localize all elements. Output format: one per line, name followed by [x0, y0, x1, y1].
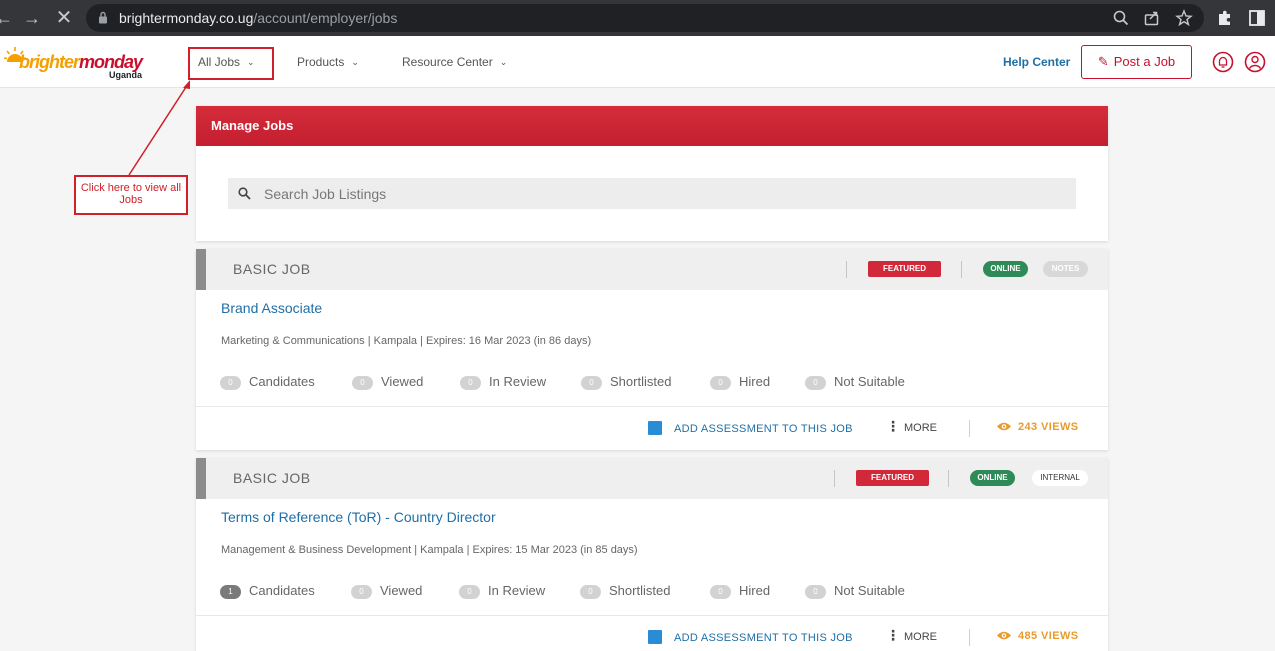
job-card-header: BASIC JOB FEATURED ONLINE INTERNAL	[196, 458, 1108, 499]
post-job-button[interactable]: ✎ Post a Job	[1081, 45, 1192, 79]
help-center-link[interactable]: Help Center	[1003, 36, 1070, 88]
stat-in-review[interactable]: 0 In Review	[459, 582, 545, 600]
stat-not-suitable[interactable]: 0 Not Suitable	[805, 582, 905, 600]
browser-toolbar: ← → ✕ brightermonday.co.ug/account/emplo…	[0, 0, 1275, 36]
stat-shortlisted[interactable]: 0 Shortlisted	[580, 582, 670, 600]
forward-arrow-icon[interactable]: →	[20, 0, 44, 36]
kebab-menu-icon: ⋮	[886, 627, 900, 643]
notes-badge[interactable]: NOTES	[1043, 261, 1088, 277]
divider	[969, 420, 970, 437]
side-panel-icon[interactable]	[1247, 8, 1267, 28]
manage-jobs-panel: Manage Jobs	[196, 106, 1108, 241]
divider	[961, 261, 962, 278]
chevron-down-icon: ⌄	[499, 57, 508, 67]
online-status-badge[interactable]: ONLINE	[970, 470, 1015, 486]
job-card: BASIC JOB FEATURED ONLINE INTERNAL Terms…	[196, 458, 1108, 651]
bar-chart-icon	[648, 421, 662, 435]
annotation-note: Click here to view all Jobs	[74, 175, 188, 215]
search-icon	[238, 187, 251, 200]
job-card: BASIC JOB FEATURED ONLINE NOTES Brand As…	[196, 249, 1108, 450]
annotation-highlight-box	[188, 47, 274, 80]
eye-icon	[997, 422, 1011, 431]
stat-not-suitable[interactable]: 0 Not Suitable	[805, 373, 905, 391]
views-count: 485 VIEWS	[996, 630, 1078, 642]
stat-shortlisted[interactable]: 0 Shortlisted	[581, 373, 671, 391]
job-actions-bar: ADD ASSESSMENT TO THIS JOB ⋮ MORE 485 VIE…	[196, 615, 1108, 651]
lock-icon	[99, 11, 107, 24]
eye-icon	[997, 631, 1011, 640]
internal-badge[interactable]: INTERNAL	[1032, 470, 1088, 486]
add-assessment-button[interactable]: ADD ASSESSMENT TO THIS JOB	[648, 630, 853, 644]
job-meta: Marketing & Communications | Kampala | E…	[221, 335, 592, 347]
zoom-search-icon[interactable]	[1112, 9, 1130, 27]
job-title-link[interactable]: Terms of Reference (ToR) - Country Direc…	[221, 509, 496, 525]
logo-country: Uganda	[109, 70, 143, 80]
divider	[969, 629, 970, 646]
more-options-button[interactable]: ⋮ MORE	[886, 418, 937, 434]
job-search-bar	[228, 178, 1076, 209]
featured-badge: FEATURED	[868, 261, 941, 277]
star-icon[interactable]	[1175, 9, 1193, 27]
close-icon[interactable]: ✕	[52, 0, 76, 36]
stat-viewed[interactable]: 0 Viewed	[352, 373, 423, 391]
nav-resource-center[interactable]: Resource Center ⌄	[402, 36, 507, 88]
chevron-down-icon: ⌄	[351, 57, 359, 67]
job-title-link[interactable]: Brand Associate	[221, 300, 322, 316]
stat-hired[interactable]: 0 Hired	[710, 373, 770, 391]
address-bar[interactable]: brightermonday.co.ug/account/employer/jo…	[86, 4, 1204, 32]
bar-chart-icon	[648, 630, 662, 644]
job-actions-bar: ADD ASSESSMENT TO THIS JOB ⋮ MORE 243 VIE…	[196, 406, 1108, 449]
extensions-puzzle-icon[interactable]	[1215, 8, 1235, 28]
featured-badge: FEATURED	[856, 470, 929, 486]
job-card-header: BASIC JOB FEATURED ONLINE NOTES	[196, 249, 1108, 290]
divider	[846, 261, 847, 278]
job-search-input[interactable]	[264, 178, 1064, 209]
brightermonday-logo[interactable]: brightermonday Uganda	[4, 44, 154, 80]
divider	[948, 470, 949, 487]
online-status-badge[interactable]: ONLINE	[983, 261, 1028, 277]
views-count: 243 VIEWS	[996, 421, 1078, 433]
stat-hired[interactable]: 0 Hired	[710, 582, 770, 600]
divider	[834, 470, 835, 487]
notification-bell-icon[interactable]	[1212, 51, 1234, 73]
stat-viewed[interactable]: 0 Viewed	[351, 582, 422, 600]
url-text: brightermonday.co.ug/account/employer/jo…	[119, 10, 398, 26]
back-arrow-icon[interactable]: ←	[0, 0, 16, 36]
share-icon[interactable]	[1143, 9, 1161, 27]
job-meta: Management & Business Development | Kamp…	[221, 544, 638, 556]
more-options-button[interactable]: ⋮ MORE	[886, 627, 937, 643]
stat-candidates[interactable]: 0 Candidates	[220, 373, 315, 391]
job-type-label: BASIC JOB	[233, 261, 311, 277]
pencil-icon: ✎	[1097, 54, 1109, 69]
stat-in-review[interactable]: 0 In Review	[460, 373, 546, 391]
kebab-menu-icon: ⋮	[886, 418, 900, 434]
user-account-icon[interactable]	[1244, 51, 1266, 73]
stat-candidates[interactable]: 1 Candidates	[220, 582, 315, 600]
nav-products[interactable]: Products ⌄	[297, 36, 359, 88]
manage-jobs-title: Manage Jobs	[196, 106, 1108, 146]
add-assessment-button[interactable]: ADD ASSESSMENT TO THIS JOB	[648, 421, 853, 435]
job-type-label: BASIC JOB	[233, 470, 311, 486]
